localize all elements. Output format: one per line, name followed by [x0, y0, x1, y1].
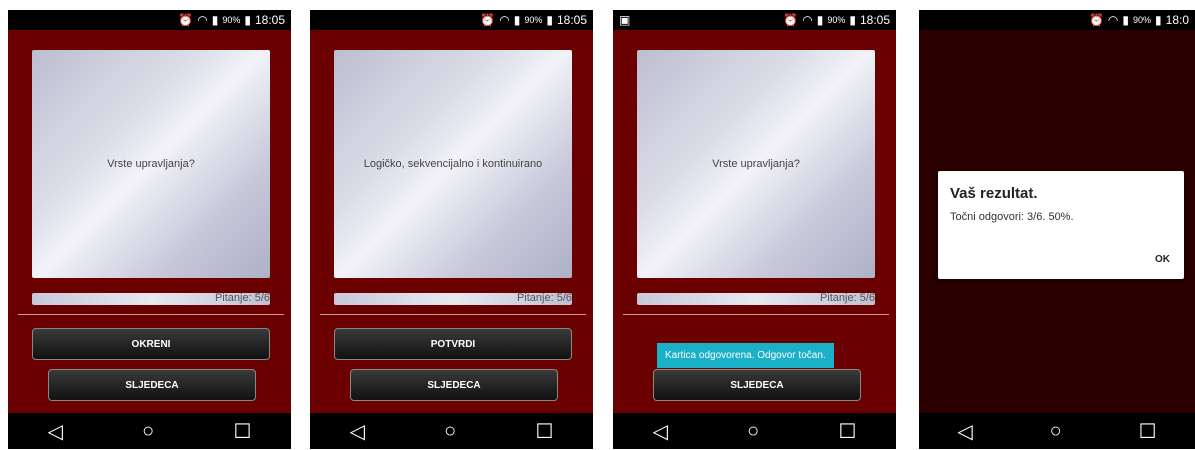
nav-bar: ◁ ○ ☐: [613, 413, 896, 449]
card-text: Vrste upravljanja?: [107, 158, 195, 170]
next-button[interactable]: SLJEDECA: [350, 369, 558, 401]
phone-screen-1: ⏰ ◠ ▮ 90% ▮ 18:05 Vrste upravljanja? Pit…: [8, 10, 291, 449]
alarm-icon: ⏰: [1088, 13, 1104, 27]
divider: [18, 314, 284, 315]
alarm-icon: ⏰: [178, 13, 194, 27]
back-icon[interactable]: ◁: [653, 419, 668, 444]
status-bar: ⏰ ◠ ▮ 90% ▮ 18:05: [8, 10, 291, 30]
wifi-icon: ◠: [1107, 13, 1119, 27]
alarm-icon: ⏰: [480, 13, 496, 27]
time: 18:05: [254, 13, 285, 27]
phone-screen-4: ⏰ ◠ ▮ 90% ▮ 18:0 Vaš rezultat. Točni odg…: [919, 10, 1195, 449]
back-icon[interactable]: ◁: [350, 419, 365, 444]
question-counter: Pitanje: 5/6: [516, 292, 572, 304]
status-bar: ⏰ ◠ ▮ 90% ▮ 18:05: [310, 10, 593, 30]
battery-text: 90%: [222, 15, 241, 25]
battery-text: 90%: [524, 15, 543, 25]
nav-bar: ◁ ○ ☐: [310, 413, 593, 449]
progress-bar: Pitanje: 5/6: [334, 292, 572, 305]
signal-icon: ▮: [816, 13, 824, 27]
progress-bar: Pitanje: 5/6: [637, 292, 875, 305]
home-icon[interactable]: ○: [1050, 420, 1062, 443]
wifi-icon: ◠: [197, 13, 208, 27]
battery-icon: ▮: [244, 13, 251, 27]
dialog-message: Točni odgovori: 3/6. 50%.: [950, 211, 1074, 223]
home-icon[interactable]: ○: [747, 420, 759, 443]
status-bar: ⏰ ◠ ▮ 90% ▮ 18:0: [919, 10, 1195, 30]
recent-apps-icon[interactable]: ☐: [233, 419, 251, 444]
confirm-button[interactable]: POTVRDI: [334, 328, 572, 360]
progress-bar: Pitanje: 5/6: [32, 292, 270, 305]
ok-button[interactable]: OK: [1155, 254, 1170, 265]
signal-icon: ▮: [513, 13, 521, 27]
phone-screen-2: ⏰ ◠ ▮ 90% ▮ 18:05 Logičko, sekvencijalno…: [310, 10, 593, 449]
time: 18:05: [859, 13, 890, 27]
question-counter: Pitanje: 5/6: [819, 292, 875, 304]
nav-bar: ◁ ○ ☐: [8, 413, 291, 449]
nav-bar: ◁ ○ ☐: [919, 413, 1195, 449]
recent-apps-icon[interactable]: ☐: [1139, 419, 1157, 444]
battery-text: 90%: [827, 15, 846, 25]
dialog-title: Vaš rezultat.: [950, 185, 1038, 202]
image-notification-icon: ▣: [619, 13, 631, 27]
back-icon[interactable]: ◁: [957, 419, 972, 444]
status-bar: ▣ ⏰ ◠ ▮ 90% ▮ 18:05: [613, 10, 896, 30]
battery-icon: ▮: [546, 13, 553, 27]
divider: [320, 314, 586, 315]
result-dialog: Vaš rezultat. Točni odgovori: 3/6. 50%. …: [938, 171, 1184, 279]
recent-apps-icon[interactable]: ☐: [838, 419, 856, 444]
signal-icon: ▮: [211, 13, 219, 27]
card-text: Logičko, sekvencijalno i kontinuirano: [363, 158, 543, 170]
home-icon[interactable]: ○: [444, 420, 456, 443]
question-counter: Pitanje: 5/6: [214, 292, 270, 304]
time: 18:05: [556, 13, 587, 27]
alarm-icon: ⏰: [783, 13, 799, 27]
recent-apps-icon[interactable]: ☐: [535, 419, 553, 444]
signal-icon: ▮: [1122, 13, 1130, 27]
battery-icon: ▮: [849, 13, 856, 27]
card-text: Vrste upravljanja?: [712, 158, 800, 170]
wifi-icon: ◠: [802, 13, 813, 27]
flash-card[interactable]: Vrste upravljanja?: [637, 50, 875, 278]
divider: [623, 314, 889, 315]
next-button[interactable]: SLJEDECA: [48, 369, 256, 401]
phone-screen-3: ▣ ⏰ ◠ ▮ 90% ▮ 18:05 Vrste upravljanja? P…: [613, 10, 896, 449]
battery-icon: ▮: [1155, 13, 1162, 27]
time: 18:0: [1165, 13, 1189, 27]
flash-card[interactable]: Vrste upravljanja?: [32, 50, 270, 278]
flash-card[interactable]: Logičko, sekvencijalno i kontinuirano: [334, 50, 572, 278]
next-button[interactable]: SLJEDECA: [653, 369, 861, 401]
toast-message: Kartica odgovorena. Odgovor točan.: [657, 343, 834, 368]
home-icon[interactable]: ○: [142, 420, 154, 443]
back-icon[interactable]: ◁: [48, 419, 63, 444]
flip-button[interactable]: OKRENI: [32, 328, 270, 360]
wifi-icon: ◠: [499, 13, 510, 27]
battery-text: 90%: [1133, 15, 1152, 25]
